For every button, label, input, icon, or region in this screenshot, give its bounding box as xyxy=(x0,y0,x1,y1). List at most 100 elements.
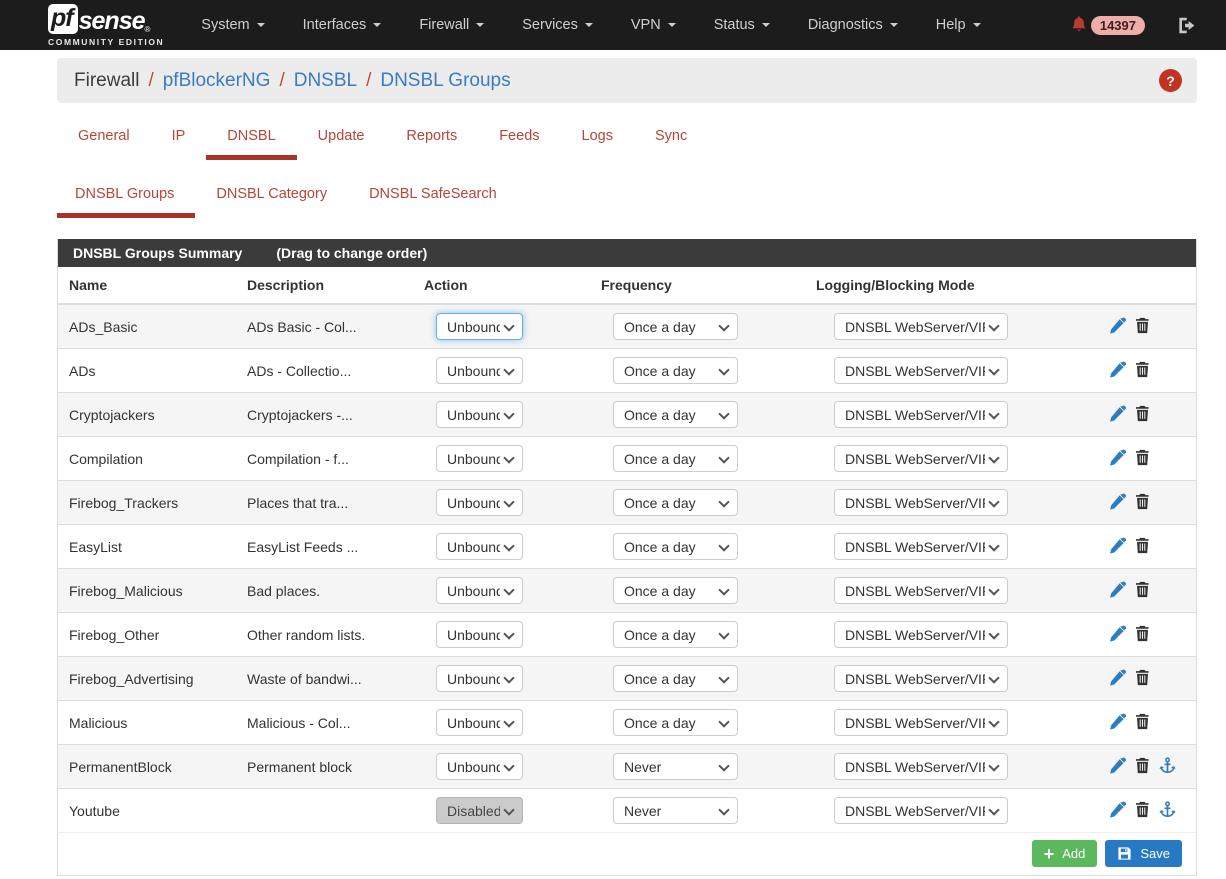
action-select[interactable]: Unbound xyxy=(436,709,523,736)
subtab-dnsbl-category[interactable]: DNSBL Category xyxy=(195,186,348,218)
edit-icon[interactable] xyxy=(1109,713,1126,733)
navbar-menu-vpn[interactable]: VPN xyxy=(612,17,695,33)
table-row[interactable]: ADs ADs - Collectio... Unbound Once a da… xyxy=(58,349,1196,393)
table-row[interactable]: Compilation Compilation - f... Unbound O… xyxy=(58,437,1196,481)
delete-icon[interactable] xyxy=(1135,493,1150,513)
navbar-menu-status[interactable]: Status xyxy=(695,17,789,33)
logging-select[interactable]: DNSBL WebServer/VIP xyxy=(834,313,1008,340)
notifications-bell-icon[interactable] xyxy=(1070,15,1088,35)
breadcrumb-item-pfblockerng[interactable]: pfBlockerNG xyxy=(163,70,271,92)
action-select[interactable]: Unbound xyxy=(436,577,523,604)
logging-select[interactable]: DNSBL WebServer/VIP xyxy=(834,753,1008,780)
edit-icon[interactable] xyxy=(1109,669,1126,689)
navbar-menu-services[interactable]: Services xyxy=(503,17,612,33)
delete-icon[interactable] xyxy=(1135,625,1150,645)
edit-icon[interactable] xyxy=(1109,537,1126,557)
edit-icon[interactable] xyxy=(1109,405,1126,425)
action-select[interactable]: Unbound xyxy=(436,533,523,560)
delete-icon[interactable] xyxy=(1135,581,1150,601)
tab-general[interactable]: General xyxy=(57,128,151,160)
delete-icon[interactable] xyxy=(1135,801,1150,821)
tab-dnsbl[interactable]: DNSBL xyxy=(206,128,296,160)
edit-icon[interactable] xyxy=(1109,493,1126,513)
anchor-icon[interactable] xyxy=(1159,757,1176,777)
frequency-select[interactable]: Once a day xyxy=(613,313,738,340)
logging-select[interactable]: DNSBL WebServer/VIP xyxy=(834,577,1008,604)
edit-icon[interactable] xyxy=(1109,361,1126,381)
delete-icon[interactable] xyxy=(1135,361,1150,381)
frequency-select[interactable]: Once a day xyxy=(613,709,738,736)
navbar-menu-firewall[interactable]: Firewall xyxy=(400,17,503,33)
breadcrumb-item-dnsbl[interactable]: DNSBL xyxy=(294,70,357,92)
action-select[interactable]: Unbound xyxy=(436,489,523,516)
tab-feeds[interactable]: Feeds xyxy=(478,128,560,160)
frequency-select[interactable]: Once a day xyxy=(613,621,738,648)
navbar-menu-interfaces[interactable]: Interfaces xyxy=(284,17,401,33)
tab-sync[interactable]: Sync xyxy=(634,128,708,160)
anchor-icon[interactable] xyxy=(1159,801,1176,821)
logging-select[interactable]: DNSBL WebServer/VIP xyxy=(834,489,1008,516)
edit-icon[interactable] xyxy=(1109,625,1126,645)
subtab-dnsbl-groups[interactable]: DNSBL Groups xyxy=(57,186,195,218)
action-select[interactable]: Disabled xyxy=(436,797,523,824)
edit-icon[interactable] xyxy=(1109,757,1126,777)
logging-select[interactable]: DNSBL WebServer/VIP xyxy=(834,401,1008,428)
pfsense-logo[interactable]: pfsense® COMMUNITY EDITION xyxy=(48,4,164,47)
action-select[interactable]: Unbound xyxy=(436,753,523,780)
logging-select[interactable]: DNSBL WebServer/VIP xyxy=(834,621,1008,648)
logging-select[interactable]: DNSBL WebServer/VIP xyxy=(834,533,1008,560)
table-row[interactable]: Firebog_Other Other random lists. Unboun… xyxy=(58,613,1196,657)
table-row[interactable]: Firebog_Advertising Waste of bandwi... U… xyxy=(58,657,1196,701)
notifications-count-badge[interactable]: 14397 xyxy=(1091,16,1145,35)
frequency-select[interactable]: Once a day xyxy=(613,577,738,604)
table-row[interactable]: ADs_Basic ADs Basic - Col... Unbound Onc… xyxy=(58,304,1196,349)
frequency-select[interactable]: Once a day xyxy=(613,489,738,516)
navbar-menu-diagnostics[interactable]: Diagnostics xyxy=(789,17,917,33)
action-select[interactable]: Unbound xyxy=(436,401,523,428)
table-row[interactable]: Youtube Disabled Never DNSBL WebServer/V… xyxy=(58,789,1196,833)
delete-icon[interactable] xyxy=(1135,669,1150,689)
action-select[interactable]: Unbound xyxy=(436,621,523,648)
edit-icon[interactable] xyxy=(1109,317,1126,337)
logout-icon[interactable] xyxy=(1177,16,1196,35)
delete-icon[interactable] xyxy=(1135,317,1150,337)
frequency-select[interactable]: Never xyxy=(613,797,738,824)
table-row[interactable]: Firebog_Trackers Places that tra... Unbo… xyxy=(58,481,1196,525)
logging-select[interactable]: DNSBL WebServer/VIP xyxy=(834,709,1008,736)
help-icon[interactable]: ? xyxy=(1159,69,1182,92)
tab-ip[interactable]: IP xyxy=(151,128,207,160)
action-select[interactable]: Unbound xyxy=(436,445,523,472)
logging-select[interactable]: DNSBL WebServer/VIP xyxy=(834,357,1008,384)
edit-icon[interactable] xyxy=(1109,449,1126,469)
navbar-menu-help[interactable]: Help xyxy=(917,17,1000,33)
table-row[interactable]: Firebog_Malicious Bad places. Unbound On… xyxy=(58,569,1196,613)
delete-icon[interactable] xyxy=(1135,757,1150,777)
frequency-select[interactable]: Once a day xyxy=(613,445,738,472)
edit-icon[interactable] xyxy=(1109,581,1126,601)
save-button[interactable]: Save xyxy=(1105,840,1182,867)
frequency-select[interactable]: Once a day xyxy=(613,665,738,692)
frequency-select[interactable]: Once a day xyxy=(613,357,738,384)
logging-select[interactable]: DNSBL WebServer/VIP xyxy=(834,445,1008,472)
delete-icon[interactable] xyxy=(1135,405,1150,425)
tab-reports[interactable]: Reports xyxy=(385,128,478,160)
delete-icon[interactable] xyxy=(1135,713,1150,733)
logging-select[interactable]: DNSBL WebServer/VIP xyxy=(834,665,1008,692)
table-row[interactable]: Cryptojackers Cryptojackers -... Unbound… xyxy=(58,393,1196,437)
frequency-select[interactable]: Once a day xyxy=(613,401,738,428)
logging-select[interactable]: DNSBL WebServer/VIP xyxy=(834,797,1008,824)
subtab-dnsbl-safesearch[interactable]: DNSBL SafeSearch xyxy=(348,186,518,218)
navbar-menu-system[interactable]: System xyxy=(182,17,283,33)
action-select[interactable]: Unbound xyxy=(436,357,523,384)
table-row[interactable]: EasyList EasyList Feeds ... Unbound Once… xyxy=(58,525,1196,569)
table-row[interactable]: PermanentBlock Permanent block Unbound N… xyxy=(58,745,1196,789)
edit-icon[interactable] xyxy=(1109,801,1126,821)
frequency-select[interactable]: Never xyxy=(613,753,738,780)
delete-icon[interactable] xyxy=(1135,537,1150,557)
frequency-select[interactable]: Once a day xyxy=(613,533,738,560)
table-row[interactable]: Malicious Malicious - Col... Unbound Onc… xyxy=(58,701,1196,745)
action-select[interactable]: Unbound xyxy=(436,665,523,692)
delete-icon[interactable] xyxy=(1135,449,1150,469)
tab-update[interactable]: Update xyxy=(297,128,386,160)
breadcrumb-item-dnsbl-groups[interactable]: DNSBL Groups xyxy=(380,70,510,92)
